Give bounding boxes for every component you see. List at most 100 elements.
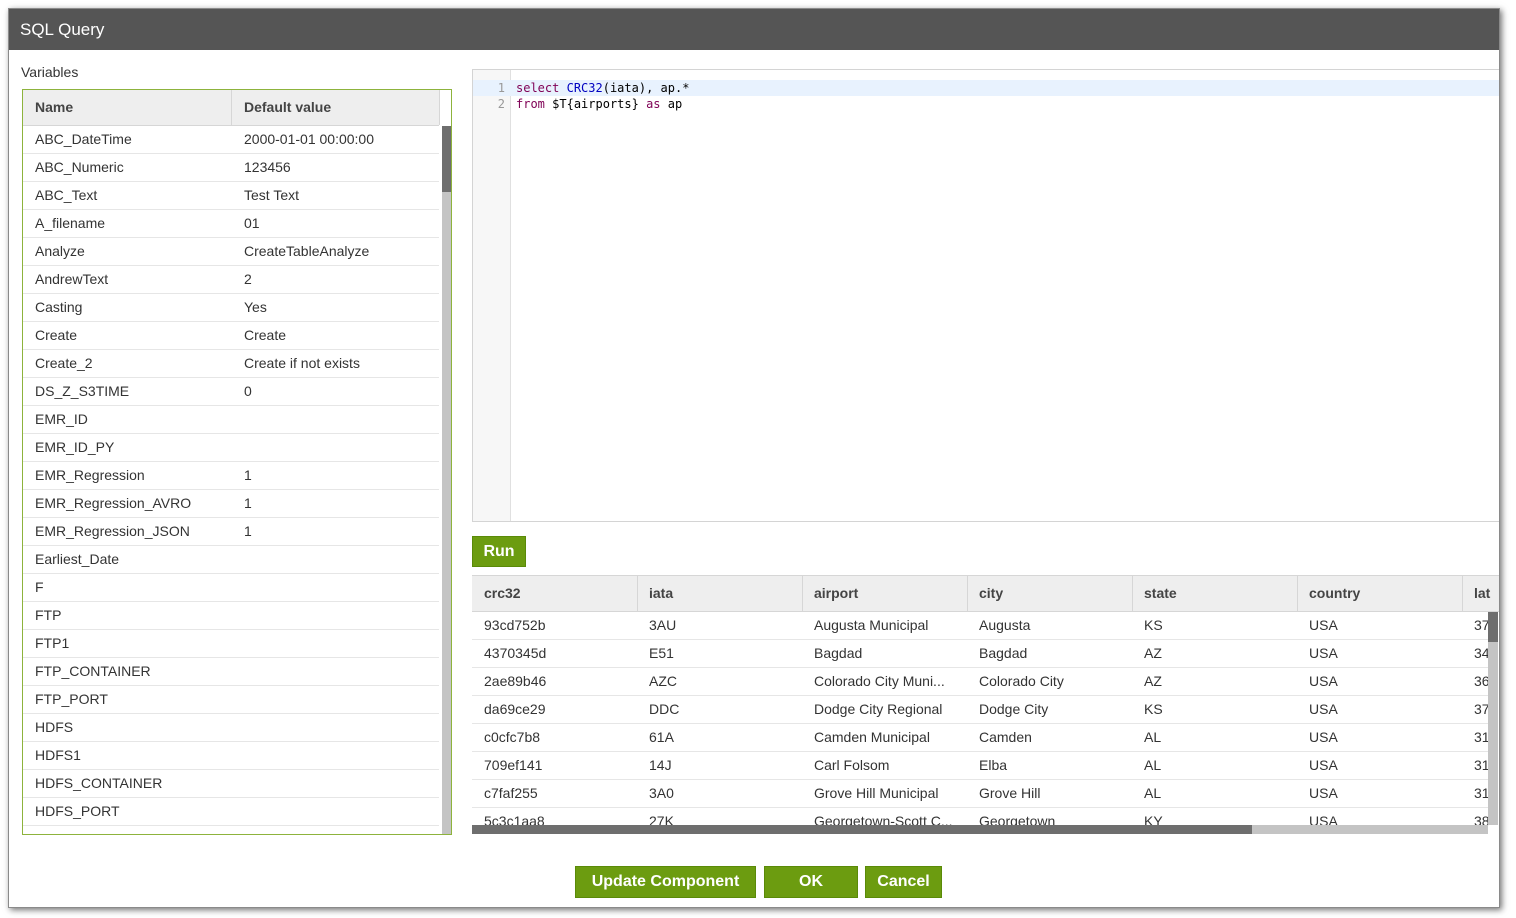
variable-row[interactable]: Create Create (23, 322, 439, 350)
column-header-iata[interactable]: iata (649, 576, 673, 611)
variable-name: Earliest_Date (35, 551, 120, 567)
results-horizontal-scrollbar-thumb[interactable] (472, 825, 1252, 834)
variable-row[interactable]: A_filename 01 (23, 210, 439, 238)
sql-editor[interactable]: 1 select CRC32(iata), ap.* 2 from $T{air… (472, 69, 1499, 522)
function-name: CRC32 (566, 81, 603, 95)
variable-name: Analyze (35, 243, 85, 259)
results-grid: crc32 iata airport city state country lat 93cd… (472, 575, 1499, 834)
result-cell-airport: Camden Municipal (814, 729, 930, 745)
variable-name: Create (35, 327, 78, 343)
variable-row[interactable]: FTP_PORT (23, 686, 439, 714)
variable-default-value: 123456 (244, 159, 291, 175)
variable-row[interactable]: EMR_Regression_AVRO 1 (23, 490, 439, 518)
variable-row[interactable]: FTP1 (23, 630, 439, 658)
code-line[interactable]: 2 from $T{airports} as ap (473, 96, 1499, 112)
result-cell-state: KS (1144, 701, 1163, 717)
results-body: 93cd752b 3AU Augusta Municipal Augusta KS USA… (472, 612, 1490, 834)
column-header-crc32[interactable]: crc32 (484, 576, 521, 611)
variable-row[interactable]: HDFS_CONTAINER (23, 770, 439, 798)
variable-row[interactable]: FTP_CONTAINER (23, 658, 439, 686)
column-header-name[interactable]: Name (35, 90, 73, 125)
result-row[interactable]: c0cfc7b8 61A Camden Municipal Camden AL USA 31 (472, 724, 1490, 752)
code-line[interactable]: 1 select CRC32(iata), ap.* (473, 80, 1499, 96)
variable-row[interactable]: EMR_ID (23, 406, 439, 434)
result-cell-country: USA (1309, 757, 1338, 773)
result-row[interactable]: 93cd752b 3AU Augusta Municipal Augusta KS USA… (472, 612, 1490, 640)
column-header-state[interactable]: state (1144, 576, 1177, 611)
result-row[interactable]: 709ef141 14J Carl Folsom Elba AL USA 31 (472, 752, 1490, 780)
variable-default-value: Create (244, 327, 287, 343)
variable-name: FTP_CONTAINER (35, 663, 151, 679)
variables-grid: Name Default value ABC_DateTime 2000-01-0… (22, 89, 452, 835)
variable-row[interactable]: Create_2 Create if not exists (23, 350, 439, 378)
variable-row[interactable]: ABC_DateTime 2000-01-01 00:00:00 (23, 126, 439, 154)
ok-button[interactable]: OK (764, 866, 858, 898)
variable-row[interactable]: EMR_ID_PY (23, 434, 439, 462)
variable-row[interactable]: Earliest_Date (23, 546, 439, 574)
variable-row[interactable]: HDFS (23, 714, 439, 742)
variable-name: FTP_PORT (35, 691, 108, 707)
column-header-country[interactable]: country (1309, 576, 1360, 611)
dialog-title: SQL Query (9, 9, 1499, 50)
result-row[interactable]: da69ce29 DDC Dodge City Regional Dodge City… (472, 696, 1490, 724)
variable-row[interactable]: HDFS1 (23, 742, 439, 770)
result-cell-country: USA (1309, 673, 1338, 689)
result-cell-crc32: 709ef141 (484, 757, 543, 773)
variable-row[interactable]: Analyze CreateTableAnalyze (23, 238, 439, 266)
variable-name: AndrewText (35, 271, 109, 287)
variable-row[interactable]: HDFS_PORT (23, 798, 439, 826)
column-header-lat[interactable]: lat (1474, 576, 1490, 611)
result-row[interactable]: 4370345d E51 Bagdad Bagdad AZ USA 34 (472, 640, 1490, 668)
variable-row[interactable]: F (23, 574, 439, 602)
variables-body: ABC_DateTime 2000-01-01 00:00:00 ABC_Numer… (23, 126, 439, 826)
variable-row[interactable]: Casting Yes (23, 294, 439, 322)
results-horizontal-scrollbar[interactable] (472, 825, 1488, 834)
variable-row[interactable]: ABC_Numeric 123456 (23, 154, 439, 182)
result-cell-city: Bagdad (979, 645, 1028, 661)
variable-name: HDFS (35, 719, 74, 735)
variable-default-value: 1 (244, 523, 252, 539)
variable-row[interactable]: EMR_Regression 1 (23, 462, 439, 490)
variable-default-value: 2 (244, 271, 252, 287)
result-cell-city: Colorado City (979, 673, 1064, 689)
variable-name: EMR_Regression_AVRO (35, 495, 192, 511)
result-cell-city: Augusta (979, 617, 1031, 633)
column-header-airport[interactable]: airport (814, 576, 858, 611)
variable-row[interactable]: ABC_Text Test Text (23, 182, 439, 210)
variable-name: Casting (35, 299, 83, 315)
variable-name: HDFS1 (35, 747, 81, 763)
variables-scrollbar-thumb[interactable] (442, 126, 451, 192)
result-cell-city: Grove Hill (979, 785, 1041, 801)
result-row[interactable]: c7faf255 3A0 Grove Hill Municipal Grove Hil… (472, 780, 1490, 808)
result-cell-crc32: 93cd752b (484, 617, 546, 633)
result-cell-iata: E51 (649, 645, 674, 661)
result-cell-country: USA (1309, 617, 1338, 633)
column-header-city[interactable]: city (979, 576, 1003, 611)
variable-row[interactable]: AndrewText 2 (23, 266, 439, 294)
line-number: 2 (497, 97, 505, 111)
update-component-button[interactable]: Update Component (575, 866, 756, 898)
keyword: from (516, 97, 545, 111)
variable-name: HDFS_PORT (35, 803, 120, 819)
variable-row[interactable]: DS_Z_S3TIME 0 (23, 378, 439, 406)
result-cell-city: Camden (979, 729, 1032, 745)
column-divider (1297, 576, 1298, 611)
line-number: 1 (497, 81, 505, 95)
results-vertical-scrollbar-thumb[interactable] (1488, 612, 1498, 642)
result-row[interactable]: 2ae89b46 AZC Colorado City Muni... Colorado… (472, 668, 1490, 696)
column-divider (1132, 576, 1133, 611)
variables-scrollbar[interactable] (442, 126, 451, 834)
results-header: crc32 iata airport city state country lat (472, 576, 1499, 612)
variable-row[interactable]: EMR_Regression_JSON 1 (23, 518, 439, 546)
result-cell-airport: Augusta Municipal (814, 617, 929, 633)
result-cell-country: USA (1309, 785, 1338, 801)
table-reference: $T{airports} (552, 97, 639, 111)
column-header-default-value[interactable]: Default value (244, 90, 331, 125)
result-cell-state: AL (1144, 729, 1162, 745)
result-cell-state: AZ (1144, 673, 1162, 689)
result-cell-city: Dodge City (979, 701, 1049, 717)
variable-row[interactable]: FTP (23, 602, 439, 630)
results-vertical-scrollbar[interactable] (1488, 612, 1498, 825)
run-button[interactable]: Run (472, 536, 526, 567)
cancel-button[interactable]: Cancel (865, 866, 942, 898)
